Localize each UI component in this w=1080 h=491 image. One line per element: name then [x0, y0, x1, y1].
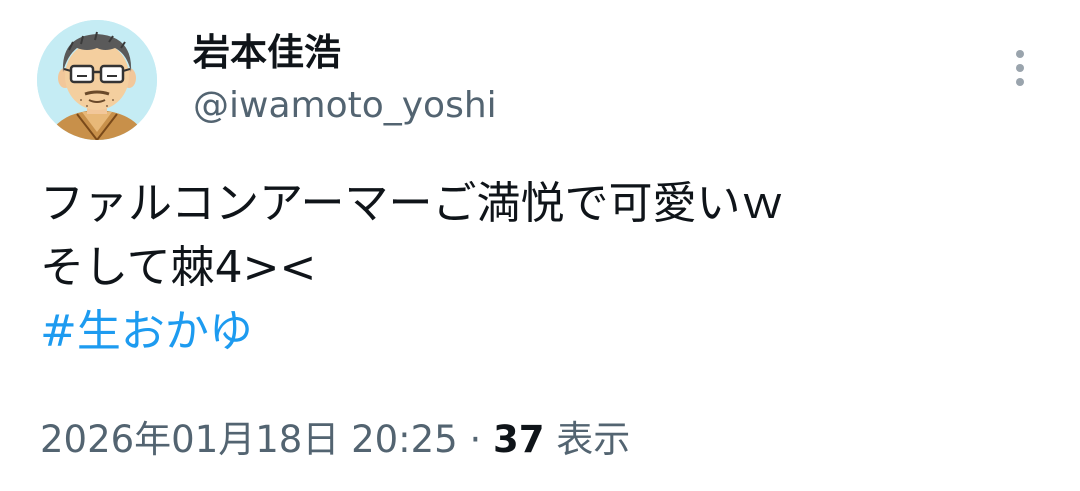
more-vertical-icon: [1016, 50, 1024, 58]
more-vertical-icon-dot: [1016, 78, 1024, 86]
more-vertical-icon-dot: [1016, 64, 1024, 72]
meta-separator: ·: [457, 418, 494, 461]
tweet-text-line: そして棘4><: [40, 242, 317, 293]
hashtag-link[interactable]: #生おかゆ: [40, 300, 1040, 364]
user-handle[interactable]: @iwamoto_yoshi: [193, 84, 497, 128]
avatar-illustration: [37, 20, 157, 140]
display-name[interactable]: 岩本佳浩: [193, 31, 341, 75]
views-label: 表示: [544, 418, 631, 461]
tweet-text-line: ファルコンアーマーご満悦で可愛いｗ: [40, 178, 785, 229]
timestamp[interactable]: 2026年01月18日 20:25: [40, 418, 458, 461]
tweet-meta: 2026年01月18日 20:25 · 37 表示: [40, 414, 630, 466]
tweet-text: ファルコンアーマーご満悦で可愛いｗ そして棘4>< #生おかゆ: [40, 172, 1040, 364]
more-options-button[interactable]: [1004, 46, 1036, 90]
tweet-card: 岩本佳浩 @iwamoto_yoshi ファルコンアーマーご満悦で可愛いｗ そし…: [0, 0, 1080, 491]
views-count[interactable]: 37: [493, 418, 545, 461]
avatar[interactable]: [37, 20, 157, 140]
